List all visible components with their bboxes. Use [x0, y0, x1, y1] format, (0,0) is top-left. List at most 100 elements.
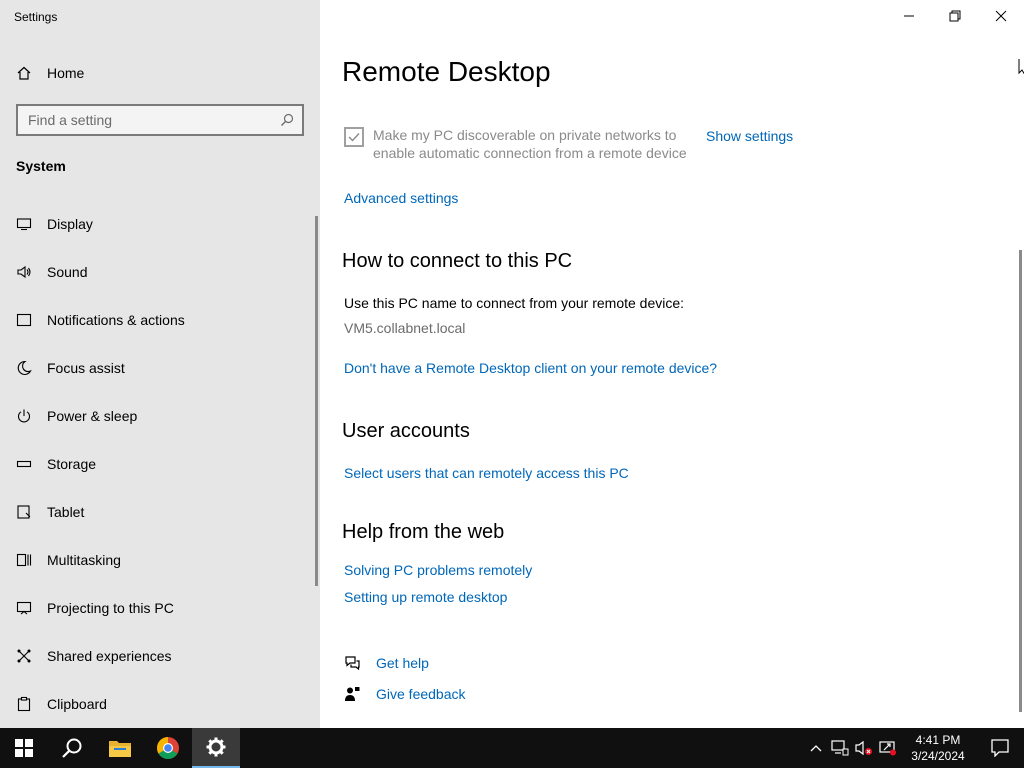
mouse-cursor-icon [1018, 59, 1024, 75]
discoverable-checkbox[interactable] [344, 127, 364, 147]
discoverable-checkbox-label: Make my PC discoverable on private netwo… [373, 127, 687, 161]
network-button[interactable] [828, 728, 852, 768]
sidebar-item-clipboard[interactable]: Clipboard [0, 680, 316, 728]
speaker-icon [17, 265, 31, 279]
chrome-icon [157, 737, 179, 759]
power-icon [17, 409, 31, 423]
window-controls [886, 0, 1024, 32]
page-title: Remote Desktop [342, 56, 551, 87]
remote-desktop-tray-button[interactable] [876, 728, 900, 768]
get-help-label: Get help [376, 655, 429, 671]
checkmark-icon [348, 133, 360, 142]
storage-icon [16, 460, 32, 468]
minimize-button[interactable] [886, 0, 932, 32]
sidebar-item-focus-assist[interactable]: Focus assist [0, 344, 316, 392]
taskbar-clock[interactable]: 4:41 PM 3/24/2024 [900, 732, 976, 764]
sidebar: Settings Home Find a setting System Disp… [0, 0, 320, 728]
clipboard-icon [17, 696, 31, 712]
sidebar-item-storage[interactable]: Storage [0, 440, 316, 488]
select-users-link[interactable]: Select users that can remotely access th… [344, 465, 629, 481]
advanced-settings-link[interactable]: Advanced settings [344, 190, 458, 206]
close-button[interactable] [978, 0, 1024, 32]
sidebar-item-label: Notifications & actions [47, 312, 185, 328]
setting-up-remote-desktop-link[interactable]: Setting up remote desktop [344, 589, 507, 605]
give-feedback-link[interactable]: Give feedback [344, 686, 466, 702]
sidebar-nav: Display Sound Notifications & actions Fo… [0, 200, 316, 728]
close-icon [995, 10, 1007, 22]
sidebar-item-power-sleep[interactable]: Power & sleep [0, 392, 316, 440]
search-placeholder: Find a setting [28, 112, 113, 128]
feedback-icon [345, 687, 360, 701]
taskbar-search-button[interactable] [48, 728, 96, 768]
content-scrollbar[interactable] [1019, 250, 1022, 712]
restore-button[interactable] [932, 0, 978, 32]
action-center-icon [991, 739, 1009, 757]
sidebar-item-label: Power & sleep [47, 408, 138, 424]
sidebar-item-label: Projecting to this PC [47, 600, 174, 616]
sidebar-item-label: Focus assist [47, 360, 125, 376]
sidebar-home-label: Home [47, 65, 85, 81]
user-accounts-heading: User accounts [342, 420, 470, 442]
pc-name: VM5.collabnet.local [344, 320, 466, 336]
sidebar-item-label: Display [47, 216, 93, 232]
home-icon [17, 66, 31, 80]
app-title: Settings [14, 10, 58, 24]
give-feedback-label: Give feedback [376, 686, 466, 702]
taskbar: 4:41 PM 3/24/2024 [0, 728, 1024, 768]
search-icon [62, 738, 82, 758]
volume-muted-icon [855, 740, 872, 756]
sidebar-item-label: Storage [47, 456, 97, 472]
settings-icon [206, 737, 226, 757]
system-tray: 4:41 PM 3/24/2024 [804, 728, 1024, 768]
sidebar-item-tablet[interactable]: Tablet [0, 488, 316, 536]
sidebar-item-label: Clipboard [47, 696, 107, 712]
multitasking-icon [16, 553, 32, 567]
sidebar-item-display[interactable]: Display [0, 200, 316, 248]
search-input[interactable]: Find a setting [16, 104, 304, 136]
sidebar-item-label: Multitasking [47, 552, 121, 568]
sidebar-item-multitasking[interactable]: Multitasking [0, 536, 316, 584]
sidebar-scrollbar[interactable] [315, 216, 318, 586]
show-hidden-icons-button[interactable] [804, 728, 828, 768]
file-explorer-button[interactable] [96, 728, 144, 768]
search-icon [281, 113, 294, 126]
help-web-heading: Help from the web [342, 521, 505, 543]
connect-heading: How to connect to this PC [342, 250, 573, 272]
solving-problems-link[interactable]: Solving PC problems remotely [344, 562, 532, 578]
chevron-up-icon [810, 745, 822, 752]
get-help-icon [345, 656, 360, 671]
sidebar-item-label: Shared experiences [47, 648, 172, 664]
action-center-button[interactable] [976, 728, 1024, 768]
get-help-link[interactable]: Get help [344, 655, 429, 671]
notification-icon [16, 313, 32, 327]
shared-experiences-icon [17, 649, 31, 663]
sidebar-item-projecting[interactable]: Projecting to this PC [0, 584, 316, 632]
sidebar-item-label: Sound [47, 264, 88, 280]
sidebar-home[interactable]: Home [16, 62, 84, 84]
sidebar-item-shared-experiences[interactable]: Shared experiences [0, 632, 316, 680]
sidebar-section-label: System [16, 158, 66, 174]
remote-desktop-tray-icon [879, 741, 896, 756]
file-explorer-icon [109, 741, 131, 757]
main-content: Remote Desktop Make my PC discoverable o… [320, 0, 1024, 728]
start-icon [15, 739, 33, 757]
chrome-button[interactable] [144, 728, 192, 768]
restore-icon [949, 10, 961, 22]
start-button[interactable] [0, 728, 48, 768]
clock-date: 3/24/2024 [911, 749, 965, 763]
show-settings-link[interactable]: Show settings [706, 128, 793, 144]
sidebar-item-notifications[interactable]: Notifications & actions [0, 296, 316, 344]
sidebar-item-label: Tablet [47, 504, 85, 520]
remote-client-link[interactable]: Don't have a Remote Desktop client on yo… [344, 360, 717, 376]
projecting-icon [16, 601, 32, 615]
display-icon [16, 218, 32, 231]
volume-button[interactable] [852, 728, 876, 768]
clock-time: 4:41 PM [915, 733, 961, 747]
discoverable-checkbox-row: Make my PC discoverable on private netwo… [344, 126, 703, 162]
minimize-icon [904, 15, 914, 17]
connect-instruction: Use this PC name to connect from your re… [344, 295, 685, 311]
settings-taskbar-button[interactable] [192, 728, 240, 768]
network-icon [831, 740, 849, 756]
tablet-icon [17, 505, 31, 519]
sidebar-item-sound[interactable]: Sound [0, 248, 316, 296]
